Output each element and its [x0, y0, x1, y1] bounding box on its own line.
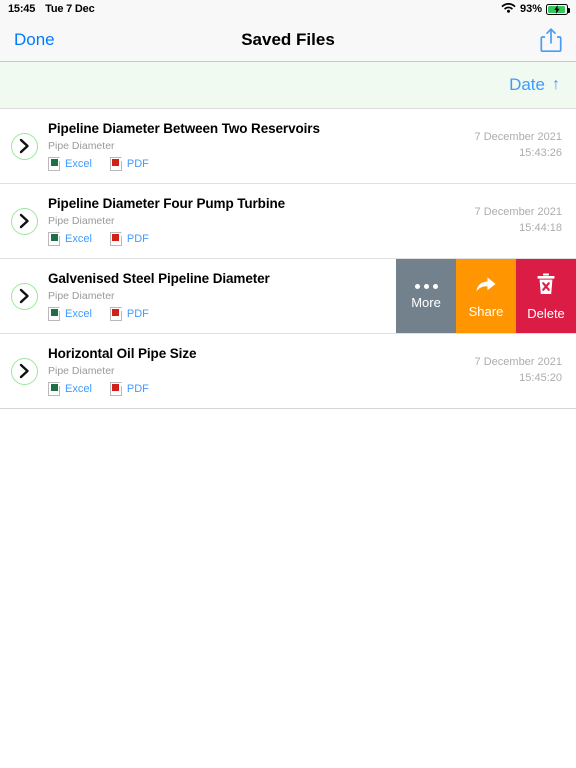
row-time-value: 15:44:18 [519, 222, 562, 234]
share-button[interactable]: Share [456, 259, 516, 333]
file-title: Pipeline Diameter Four Pump Turbine [48, 196, 286, 212]
sort-bar: Date ↑ [0, 62, 576, 109]
row-timestamp: 7 December 2021 15:43:26 [475, 130, 576, 162]
pdf-label: PDF [126, 157, 149, 170]
done-button[interactable]: Done [14, 30, 55, 50]
pdf-file-icon [109, 381, 122, 396]
row-text-block: Pipeline Diameter Between Two Reservoirs… [48, 121, 475, 171]
excel-link[interactable]: Excel [48, 381, 92, 396]
pdf-link[interactable]: PDF [109, 231, 149, 246]
file-subtitle: Pipe Diameter [48, 215, 115, 228]
excel-link[interactable]: Excel [48, 156, 92, 171]
table-row-swiped[interactable]: Galvenised Steel Pipeline Diameter Pipe … [0, 259, 576, 334]
trash-icon [536, 273, 556, 300]
status-bar: 15:45 Tue 7 Dec 93% [0, 0, 576, 18]
sort-by-date-button[interactable]: Date ↑ [509, 75, 560, 95]
excel-label: Excel [65, 232, 92, 245]
file-format-links: Excel PDF [48, 156, 467, 171]
battery-charging-icon [546, 3, 570, 15]
pdf-label: PDF [126, 382, 149, 395]
arrow-up-icon: ↑ [552, 76, 560, 93]
swipe-action-buttons: More Share Delete [396, 259, 576, 333]
table-row[interactable]: Pipeline Diameter Between Two Reservoirs… [0, 109, 576, 184]
share-icon[interactable] [540, 27, 562, 53]
row-text-block: Pipeline Diameter Four Pump Turbine Pipe… [48, 196, 475, 246]
table-row[interactable]: Pipeline Diameter Four Pump Turbine Pipe… [0, 184, 576, 259]
file-format-links: Excel PDF [48, 381, 467, 396]
share-button-label: Share [468, 303, 504, 319]
status-bar-right-cluster: 93% [501, 2, 570, 16]
chevron-right-icon [10, 282, 38, 310]
disclosure-button[interactable] [0, 132, 48, 160]
row-timestamp: 7 December 2021 15:45:20 [475, 355, 576, 387]
row-date-value: 7 December 2021 [474, 206, 562, 219]
file-title: Horizontal Oil Pipe Size [48, 346, 197, 362]
chevron-right-icon [10, 357, 38, 385]
table-row[interactable]: Horizontal Oil Pipe Size Pipe Diameter E… [0, 334, 576, 409]
delete-button[interactable]: Delete [516, 259, 576, 333]
file-subtitle: Pipe Diameter [48, 365, 115, 378]
chevron-right-icon [10, 132, 38, 160]
file-subtitle: Pipe Diameter [48, 140, 115, 153]
excel-link[interactable]: Excel [48, 306, 92, 321]
battery-percent-label: 93% [519, 3, 542, 15]
sort-label: Date [509, 75, 545, 94]
excel-label: Excel [65, 307, 92, 320]
excel-file-icon [48, 306, 60, 321]
excel-label: Excel [65, 157, 92, 170]
navigation-bar: Done Saved Files [0, 18, 576, 62]
status-bar-time: 15:45 [8, 3, 36, 15]
excel-file-icon [48, 381, 60, 396]
row-date-value: 7 December 2021 [474, 131, 562, 144]
ellipsis-icon [414, 283, 438, 289]
pdf-link[interactable]: PDF [109, 306, 149, 321]
share-arrow-icon [475, 275, 497, 298]
disclosure-button[interactable] [0, 282, 48, 310]
row-timestamp: 7 December 2021 15:44:18 [475, 205, 576, 237]
pdf-label: PDF [126, 307, 149, 320]
page-title: Saved Files [241, 29, 335, 49]
saved-files-list: Pipeline Diameter Between Two Reservoirs… [0, 109, 576, 409]
pdf-label: PDF [126, 232, 149, 245]
row-content[interactable]: Pipeline Diameter Four Pump Turbine Pipe… [0, 184, 576, 258]
disclosure-button[interactable] [0, 207, 48, 235]
excel-file-icon [48, 231, 60, 246]
wifi-icon [501, 2, 516, 16]
pdf-file-icon [109, 306, 122, 321]
pdf-link[interactable]: PDF [109, 156, 149, 171]
file-format-links: Excel PDF [48, 231, 467, 246]
file-title: Pipeline Diameter Between Two Reservoirs [48, 121, 320, 137]
pdf-link[interactable]: PDF [109, 381, 149, 396]
more-button-label: More [411, 294, 441, 310]
row-content[interactable]: Pipeline Diameter Between Two Reservoirs… [0, 109, 576, 183]
row-time-value: 15:45:20 [519, 372, 562, 384]
excel-link[interactable]: Excel [48, 231, 92, 246]
excel-label: Excel [65, 382, 92, 395]
chevron-right-icon [10, 207, 38, 235]
excel-file-icon [48, 156, 60, 171]
disclosure-button[interactable] [0, 357, 48, 385]
pdf-file-icon [109, 231, 122, 246]
row-time-value: 15:43:26 [519, 147, 562, 159]
row-date-value: 7 December 2021 [474, 356, 562, 369]
pdf-file-icon [109, 156, 122, 171]
row-content[interactable]: Horizontal Oil Pipe Size Pipe Diameter E… [0, 334, 576, 408]
delete-button-label: Delete [527, 305, 565, 321]
more-button[interactable]: More [396, 259, 456, 333]
row-text-block: Horizontal Oil Pipe Size Pipe Diameter E… [48, 346, 475, 396]
status-bar-date: Tue 7 Dec [45, 3, 95, 15]
